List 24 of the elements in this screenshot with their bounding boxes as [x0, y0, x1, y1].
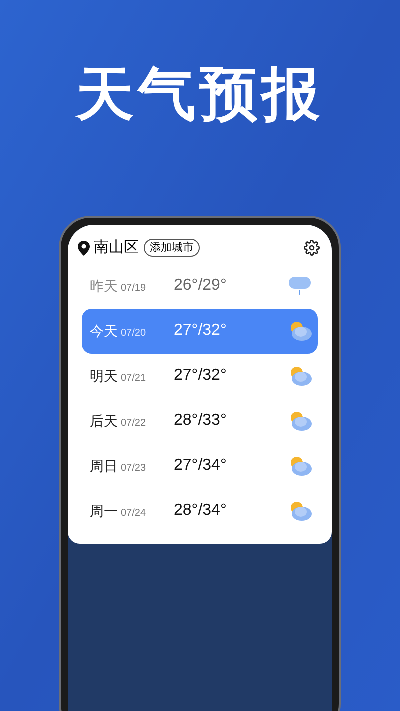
day-label: 明天 — [90, 366, 118, 386]
temperature-range: 28°/33° — [174, 411, 227, 431]
location-name: 南山区 — [94, 238, 139, 258]
date-label: 07/24 — [121, 506, 146, 520]
temperature-range: 27°/32° — [174, 321, 227, 341]
date-label: 07/19 — [121, 282, 146, 296]
temperature-range: 27°/32° — [174, 366, 227, 386]
temperature-range: 27°/34° — [174, 456, 227, 476]
temperature-range: 28°/34° — [174, 501, 227, 521]
day-label: 今天 — [90, 322, 118, 340]
date-label: 07/23 — [121, 462, 146, 476]
date-label: 07/22 — [121, 416, 146, 430]
date-label: 07/20 — [121, 326, 146, 340]
day-label: 后天 — [90, 412, 118, 430]
headline: 天气预报 — [76, 66, 324, 124]
location-pin-icon — [78, 240, 90, 256]
rain-cloud-icon — [287, 275, 313, 297]
add-city-button[interactable]: 添加城市 — [144, 239, 200, 258]
date-label: 07/21 — [121, 372, 146, 386]
day-label: 周一 — [90, 502, 118, 520]
day-label: 昨天 — [90, 276, 118, 296]
settings-icon[interactable] — [304, 240, 320, 256]
temperature-range: 26°/29° — [174, 276, 227, 296]
day-label: 周日 — [90, 456, 118, 476]
